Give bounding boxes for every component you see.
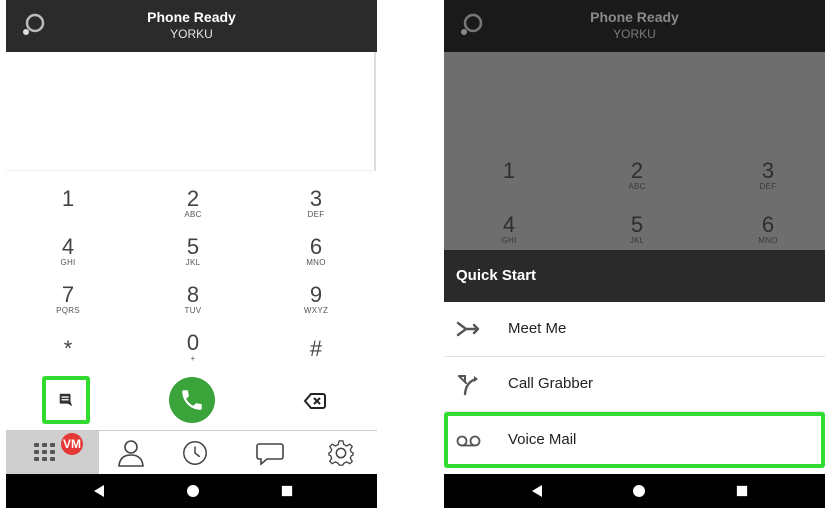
call-button[interactable]	[169, 377, 215, 423]
left-phone-screen: Phone Ready YORKU 1 2 ABC 3 DEF 4 GHI 5 JKL …	[6, 0, 377, 508]
key-letters: TUV	[184, 306, 202, 315]
key-9[interactable]: 9 WXYZ	[276, 284, 356, 316]
highlight-box	[444, 412, 825, 468]
quick-start-title: Quick Start	[444, 250, 825, 302]
key-letters: PQRS	[56, 306, 80, 315]
key-digit: 1	[502, 158, 516, 183]
status-subtitle: YORKU	[170, 27, 213, 41]
status-subtitle: YORKU	[613, 27, 656, 41]
key-letters: MNO	[306, 258, 326, 267]
key-digit: 8	[186, 282, 200, 307]
key-digit: 5	[630, 212, 644, 237]
nav-back-icon[interactable]	[92, 484, 106, 498]
dialpad-icon	[34, 443, 55, 461]
key-digit: 6	[309, 234, 323, 259]
key-letters: GHI	[501, 236, 517, 245]
key-digit: 0	[186, 330, 200, 355]
contacts-icon[interactable]	[116, 438, 146, 468]
key-digit: 2	[630, 158, 644, 183]
key-digit: 3	[309, 186, 323, 211]
meet-me-icon	[456, 321, 480, 337]
key-letters: +	[190, 354, 196, 363]
key-letters: JKL	[629, 236, 645, 245]
quick-start-icon	[59, 393, 73, 407]
key-digit: 2	[186, 186, 200, 211]
key-6[interactable]: 6 MNO	[276, 236, 356, 268]
key-letters: ABC	[184, 210, 202, 219]
backspace-icon[interactable]	[303, 389, 327, 413]
key-digit: 9	[309, 282, 323, 307]
key-2: 2 ABC	[597, 160, 677, 192]
key-digit: 4	[502, 212, 516, 237]
dimmed-overlay[interactable]: 1 2 ABC 3 DEF 4 GHI 5 JKL 6 MNO	[444, 52, 825, 250]
key-3[interactable]: 3 DEF	[276, 188, 356, 220]
status-bar: Phone Ready YORKU	[444, 0, 825, 52]
key-letters: WXYZ	[303, 306, 329, 315]
history-icon[interactable]	[181, 439, 209, 467]
key-5[interactable]: 5 JKL	[153, 236, 233, 268]
dial-display[interactable]	[6, 52, 376, 171]
key-digit: 4	[61, 234, 75, 259]
messages-icon[interactable]	[255, 438, 285, 468]
android-nav-bar	[444, 474, 825, 508]
key-star[interactable]: *	[28, 338, 108, 360]
nav-recents-icon[interactable]	[281, 485, 293, 497]
key-letters: DEF	[307, 210, 325, 219]
key-digit: #	[309, 336, 323, 361]
key-8[interactable]: 8 TUV	[153, 284, 233, 316]
key-1: 1	[469, 160, 549, 182]
key-2[interactable]: 2 ABC	[153, 188, 233, 220]
phone-icon	[182, 390, 202, 410]
menu-item-meet-me[interactable]: Meet Me	[444, 302, 825, 357]
android-nav-bar	[6, 474, 377, 508]
menu-item-label: Meet Me	[508, 320, 567, 337]
status-title: Phone Ready	[590, 9, 679, 25]
menu-item-label: Call Grabber	[508, 375, 594, 392]
nav-recents-icon[interactable]	[736, 485, 748, 497]
tab-dialpad[interactable]: VM	[6, 431, 99, 475]
nav-home-icon[interactable]	[632, 484, 646, 498]
menu-item-label: Voice Mail	[508, 431, 577, 448]
key-3: 3 DEF	[728, 160, 808, 192]
key-letters: ABC	[628, 182, 646, 191]
key-0[interactable]: 0 +	[153, 332, 233, 364]
key-digit: *	[63, 336, 73, 361]
voicemail-badge: VM	[61, 433, 83, 455]
bottom-tab-bar: VM	[6, 430, 377, 475]
menu-item-call-grabber[interactable]: Call Grabber	[444, 357, 825, 412]
menu-item-voice-mail[interactable]: Voice Mail	[444, 412, 825, 468]
key-letters: GHI	[60, 258, 76, 267]
call-grabber-icon	[458, 375, 478, 396]
status-bar: Phone Ready YORKU	[6, 0, 377, 52]
voicemail-icon	[456, 435, 481, 447]
nav-back-icon[interactable]	[530, 484, 544, 498]
key-4: 4 GHI	[469, 214, 549, 246]
key-digit: 1	[61, 186, 75, 211]
key-digit: 7	[61, 282, 75, 307]
key-letters: MNO	[758, 236, 778, 245]
key-hash[interactable]: #	[276, 338, 356, 360]
key-digit: 5	[186, 234, 200, 259]
nav-home-icon[interactable]	[186, 484, 200, 498]
settings-icon[interactable]	[327, 439, 355, 467]
key-7[interactable]: 7 PQRS	[28, 284, 108, 316]
key-1[interactable]: 1	[28, 188, 108, 210]
quick-start-button[interactable]	[42, 376, 90, 424]
key-digit: 3	[761, 158, 775, 183]
key-letters: JKL	[185, 258, 201, 267]
key-digit: 6	[761, 212, 775, 237]
key-4[interactable]: 4 GHI	[28, 236, 108, 268]
key-6: 6 MNO	[728, 214, 808, 246]
status-title: Phone Ready	[147, 9, 236, 25]
key-5: 5 JKL	[597, 214, 677, 246]
right-phone-screen: Phone Ready YORKU 1 2 ABC 3 DEF 4 GHI 5 JKL …	[444, 0, 825, 508]
key-letters: DEF	[759, 182, 777, 191]
